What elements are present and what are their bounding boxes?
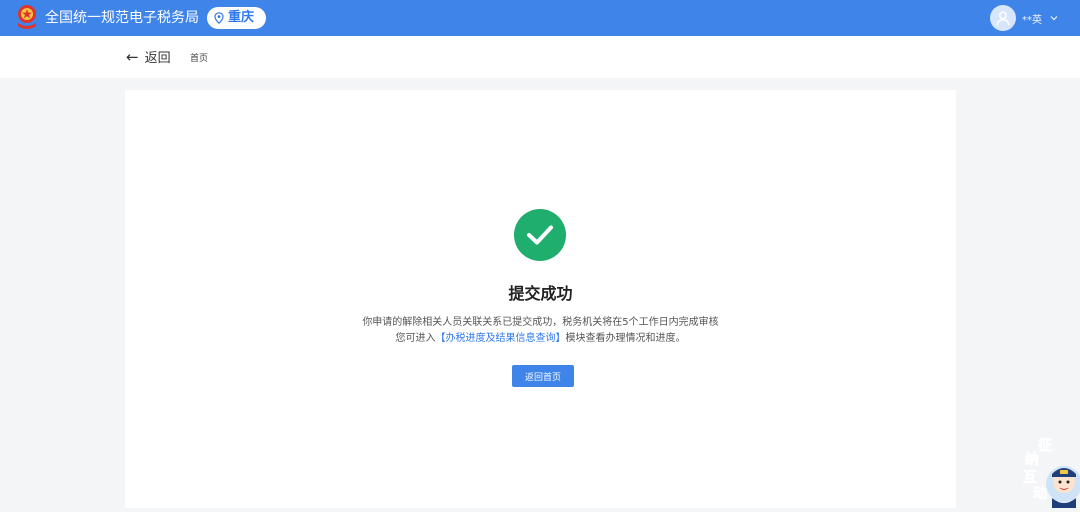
user-menu[interactable]: **英 — [990, 4, 1058, 32]
avatar — [990, 5, 1016, 31]
region-selector[interactable]: 重庆 — [207, 7, 266, 29]
app-title: 全国统一规范电子税务局 — [45, 10, 199, 26]
message-suffix: 模块查看办理情况和进度。 — [565, 333, 686, 344]
breadcrumb-home[interactable]: 首页 — [190, 51, 208, 64]
message-prefix: 您可进入 — [395, 333, 436, 344]
back-button[interactable]: ← 返回 — [126, 47, 171, 67]
sub-navigation: ← 返回 首页 — [0, 36, 1080, 78]
mascot-char-2: 纳 — [1025, 451, 1039, 468]
result-message-line1: 你申请的解除相关人员关联关系已提交成功，税务机关将在5个工作日内完成审核 — [362, 317, 719, 328]
top-header-bar: 全国统一规范电子税务局 重庆 **英 — [0, 0, 1080, 36]
result-card: 提交成功 你申请的解除相关人员关联关系已提交成功，税务机关将在5个工作日内完成审… — [125, 90, 956, 508]
mascot-char-3: 互 — [1023, 470, 1037, 486]
back-label: 返回 — [144, 51, 171, 66]
user-icon — [996, 11, 1010, 26]
mascot-char-4: 动 — [1033, 485, 1047, 502]
result-title: 提交成功 — [508, 284, 573, 303]
result-message-line2: 您可进入【办税进度及结果信息查询】模块查看办理情况和进度。 — [125, 332, 956, 346]
chevron-down-icon — [1050, 16, 1058, 21]
mascot-icon: 征 纳 互 动 — [1023, 437, 1080, 508]
success-check-icon — [514, 209, 566, 261]
national-emblem-icon — [18, 5, 36, 29]
arrow-left-icon: ← — [126, 47, 139, 66]
mascot-char-1: 征 — [1038, 437, 1052, 454]
username: **英 — [1022, 14, 1042, 26]
assistant-mascot-widget[interactable]: 征 纳 互 动 — [1020, 432, 1080, 508]
return-home-button[interactable]: 返回首页 — [512, 365, 574, 387]
location-pin-icon — [214, 12, 224, 24]
region-label: 重庆 — [228, 10, 255, 25]
progress-query-link[interactable]: 【办税进度及结果信息查询】 — [436, 333, 566, 344]
